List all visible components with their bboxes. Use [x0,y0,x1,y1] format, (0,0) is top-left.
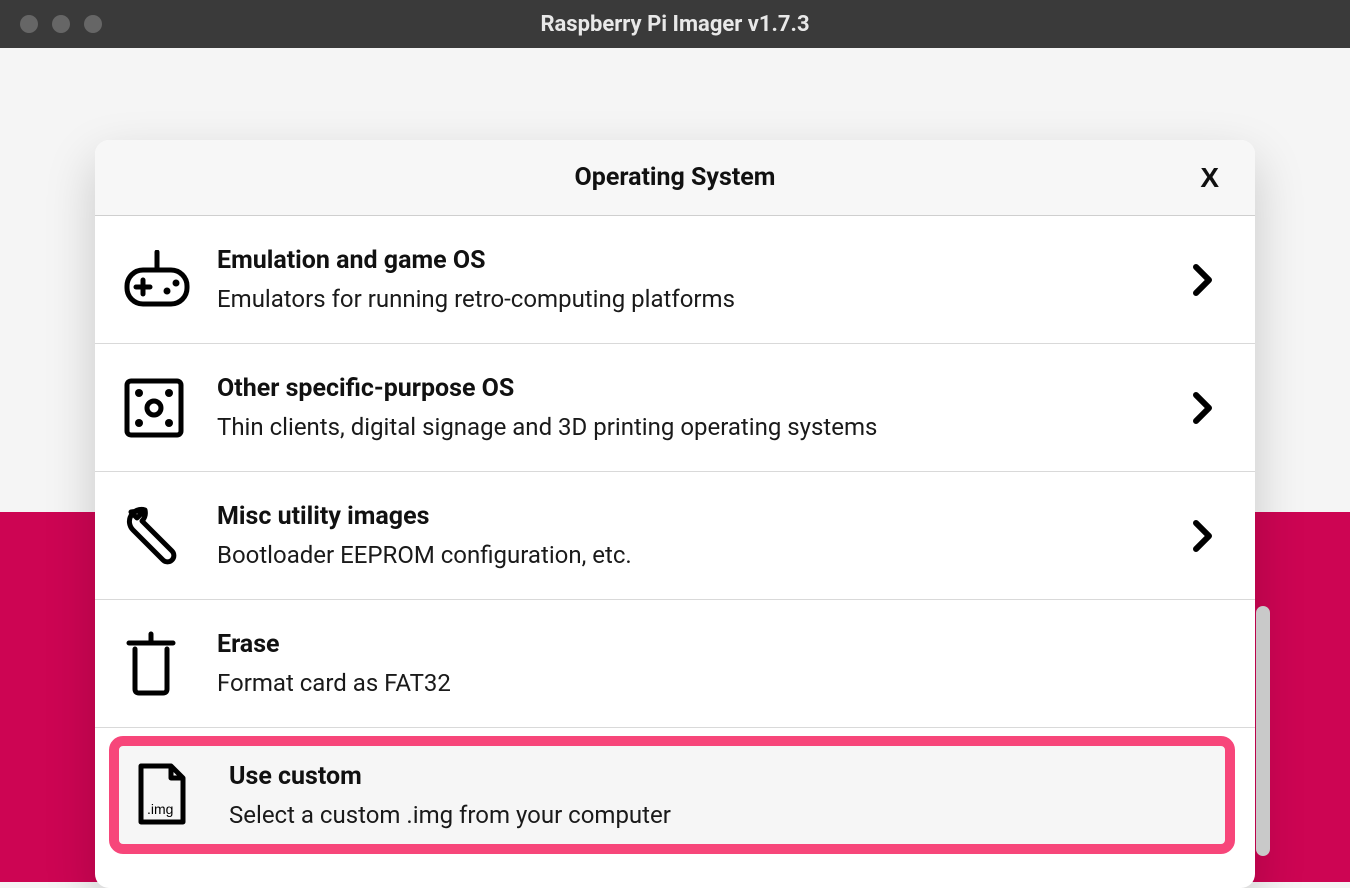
os-item-text: Other specific-purpose OS Thin clients, … [203,374,1179,441]
os-item-text: Use custom Select a custom .img from you… [215,762,1207,829]
window-close-dot[interactable] [20,15,38,33]
dialog-close-button[interactable]: X [1200,140,1219,215]
chevron-right-icon [1179,264,1227,296]
os-item-desc: Format card as FAT32 [217,669,1227,697]
os-item-emulation[interactable]: Emulation and game OS Emulators for runn… [95,216,1255,344]
dialog-title: Operating System [575,163,776,192]
os-item-title: Emulation and game OS [217,246,1179,275]
app-background: Operating System X [0,48,1350,882]
os-item-misc-utility[interactable]: Misc utility images Bootloader EEPROM co… [95,472,1255,600]
dialog-body: Emulation and game OS Emulators for runn… [95,216,1255,888]
os-item-other-specific[interactable]: Other specific-purpose OS Thin clients, … [95,344,1255,472]
window-controls [0,15,102,33]
svg-text:.img: .img [147,801,173,817]
dialog-header: Operating System X [95,140,1255,216]
os-item-use-custom[interactable]: .img Use custom Select a custom .img fro… [109,736,1235,854]
os-item-text: Erase Format card as FAT32 [203,630,1227,697]
os-item-desc: Bootloader EEPROM configuration, etc. [217,541,1179,569]
os-item-text: Emulation and game OS Emulators for runn… [203,246,1179,313]
window-titlebar: Raspberry Pi Imager v1.7.3 [0,0,1350,48]
chevron-right-icon [1179,392,1227,424]
os-item-title: Erase [217,630,1227,659]
os-item-text: Misc utility images Bootloader EEPROM co… [203,502,1179,569]
wrench-icon [123,504,203,568]
trash-icon [123,631,203,697]
dice-icon [123,377,203,439]
os-item-title: Other specific-purpose OS [217,374,1179,403]
window-title: Raspberry Pi Imager v1.7.3 [0,12,1350,37]
chevron-right-icon [1179,520,1227,552]
gamepad-icon [123,250,203,310]
os-item-desc: Emulators for running retro-computing pl… [217,285,1179,313]
os-item-desc: Select a custom .img from your computer [229,801,1207,829]
window-zoom-dot[interactable] [84,15,102,33]
scrollbar-thumb[interactable] [1256,606,1270,856]
os-selection-dialog: Operating System X [95,140,1255,888]
os-item-erase[interactable]: Erase Format card as FAT32 [95,600,1255,728]
os-item-title: Use custom [229,762,1207,791]
os-list[interactable]: Emulation and game OS Emulators for runn… [95,216,1255,888]
img-file-icon: .img [135,762,215,828]
window-minimize-dot[interactable] [52,15,70,33]
os-item-desc: Thin clients, digital signage and 3D pri… [217,413,1179,441]
os-item-title: Misc utility images [217,502,1179,531]
